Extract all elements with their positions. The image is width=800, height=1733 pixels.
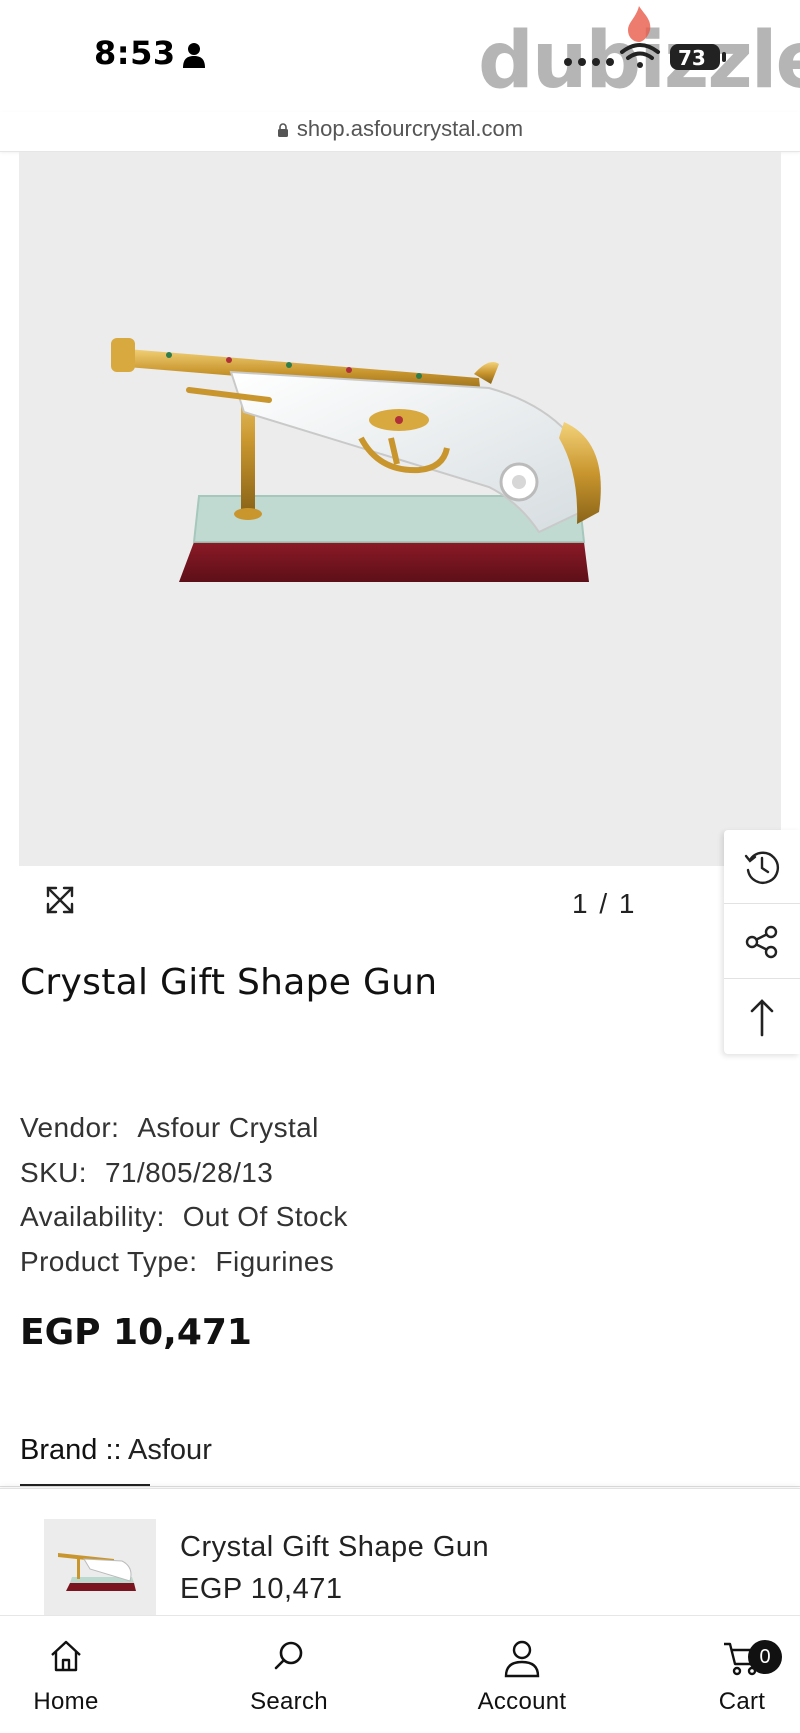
scroll-top-button[interactable] (724, 980, 800, 1054)
product-title: Crystal Gift Shape Gun (20, 962, 438, 1003)
brand-tab-value: Asfour (128, 1434, 212, 1466)
share-icon (745, 925, 778, 958)
tab-brand[interactable]: Brand :: Asfour (20, 1434, 212, 1467)
product-image[interactable] (19, 152, 781, 866)
clock-time: 8:53 (94, 34, 176, 72)
side-toolbar (724, 830, 800, 1054)
nav-cart-label: Cart (718, 1688, 766, 1715)
account-icon (504, 1640, 540, 1678)
nav-cart[interactable]: 0 Cart (700, 1616, 784, 1733)
sticky-product-thumbnail (44, 1519, 156, 1616)
availability-label: Availability: (20, 1201, 165, 1232)
wifi-icon (620, 43, 660, 68)
sku-label: SKU: (20, 1156, 87, 1188)
product-type-value[interactable]: Figurines (215, 1246, 334, 1277)
availability-row: Availability: Out Of Stock (20, 1195, 348, 1240)
lock-icon (277, 123, 288, 137)
nav-home[interactable]: Home (16, 1616, 116, 1733)
share-button[interactable] (724, 905, 800, 979)
status-bar: dubizzle 8:53 73 (0, 0, 800, 112)
cellular-signal-icon (564, 58, 614, 66)
sticky-product-bar: Crystal Gift Shape Gun EGP 10,471 (0, 1488, 800, 1616)
history-icon (744, 851, 780, 884)
nav-account-label: Account (477, 1688, 567, 1715)
availability-value: Out Of Stock (182, 1201, 348, 1232)
tab-divider (0, 1486, 800, 1487)
vendor-row: Vendor: Asfour Crystal (20, 1106, 348, 1151)
product-price: EGP 10,471 (20, 1312, 252, 1353)
sticky-product-title: Crystal Gift Shape Gun (180, 1531, 490, 1563)
vendor-label: Vendor: (20, 1112, 120, 1143)
cart-count-badge: 0 (748, 1640, 782, 1674)
url-text: shop.asfourcrystal.com (296, 116, 524, 141)
person-icon (183, 43, 205, 68)
crystal-gun-figurine-image (111, 338, 601, 582)
url-bar[interactable]: shop.asfourcrystal.com (0, 112, 800, 152)
arrow-up-icon (750, 999, 774, 1037)
nav-home-label: Home (33, 1688, 99, 1715)
nav-search[interactable]: Search (236, 1616, 342, 1733)
bottom-navigation: Home Search Account 0 Cart (0, 1615, 800, 1733)
product-type-row: Product Type: Figurines (20, 1240, 348, 1285)
vendor-value[interactable]: Asfour Crystal (137, 1112, 318, 1143)
product-meta: Vendor: Asfour Crystal SKU: 71/805/28/13 A… (20, 1106, 348, 1284)
recently-viewed-button[interactable] (724, 830, 800, 904)
search-icon (274, 1641, 303, 1670)
product-type-label: Product Type: (20, 1245, 198, 1277)
sticky-product-price: EGP 10,471 (180, 1573, 343, 1605)
brand-tab-label: Brand :: (20, 1434, 122, 1466)
nav-search-label: Search (250, 1688, 328, 1715)
nav-account[interactable]: Account (462, 1616, 582, 1733)
gallery-counter: 1 / 1 (572, 888, 637, 919)
sku-row: SKU: 71/805/28/13 (20, 1151, 348, 1196)
sku-value: 71/805/28/13 (104, 1156, 274, 1188)
battery-icon: 73 (670, 44, 726, 70)
status-icons: 73 (564, 43, 726, 70)
battery-level: 73 (678, 46, 706, 70)
home-icon (51, 1640, 81, 1672)
expand-icon[interactable] (44, 884, 76, 916)
